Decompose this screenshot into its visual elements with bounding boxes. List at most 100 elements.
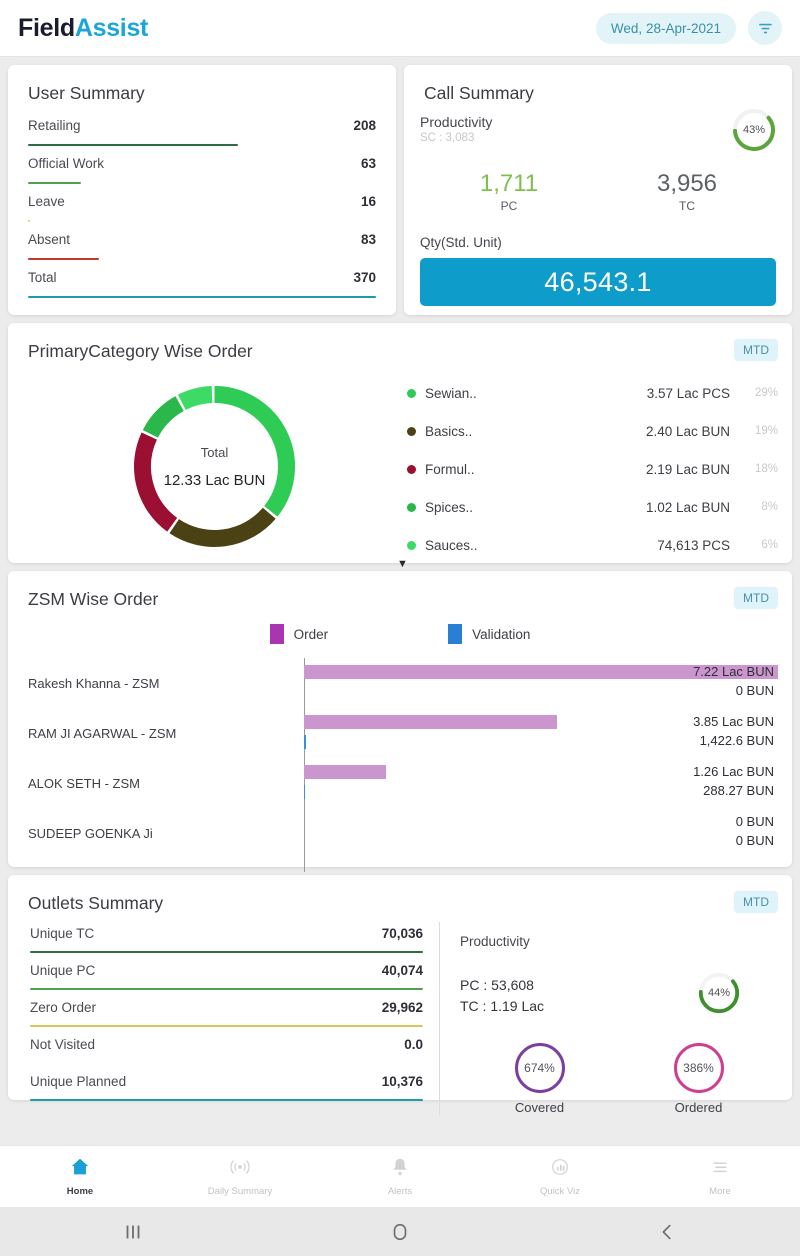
user-summary-label: Total <box>28 270 57 285</box>
outlets-summary-body: Unique TC 70,036 Unique PC 40,074 Zero Order… <box>8 914 792 1133</box>
order-value: 3.85 Lac BUN <box>693 714 774 729</box>
legend-dot-icon <box>407 464 416 474</box>
outlets-summary-bar <box>30 988 423 990</box>
zsm-row-name: Rakesh Khanna - ZSM <box>28 675 160 691</box>
dashboard-scroll[interactable]: User Summary Retailing 208 Official Work 63… <box>0 57 800 1145</box>
call-summary-body: Productivity SC : 3,083 43% 1,711 PC 3,9… <box>404 104 792 322</box>
order-value: 7.22 Lac BUN <box>693 664 774 679</box>
nav-tab-quick-viz[interactable]: Quick Viz <box>480 1156 640 1197</box>
legend-value: 3.57 Lac PCS <box>646 385 730 401</box>
user-summary-label: Leave <box>28 194 65 209</box>
legend-dot-icon <box>407 426 416 436</box>
chart-bubble-icon <box>549 1156 571 1183</box>
home-icon <box>69 1156 91 1183</box>
call-metrics: 1,711 PC 3,956 TC <box>420 170 776 213</box>
legend-value: 1.02 Lac BUN <box>645 499 730 515</box>
legend-dot-icon <box>407 540 416 550</box>
donut-total-value: 12.33 Lac BUN <box>163 471 266 489</box>
legend-percent: 6% <box>761 539 778 551</box>
nav-tab-home[interactable]: Home <box>0 1156 160 1197</box>
ring-label: Ordered <box>674 1100 723 1115</box>
legend-percent: 18% <box>754 463 778 475</box>
call-summary-card: Call Summary Productivity SC : 3,083 43%… <box>404 65 792 315</box>
app-logo: FieldAssist <box>18 14 148 43</box>
user-summary-row: Official Work 63 <box>20 152 384 190</box>
zsm-row-plot: 1.26 Lac BUN 288.27 BUN <box>304 758 778 808</box>
outlets-summary-label: Unique PC <box>30 963 96 978</box>
nav-tab-label: Alerts <box>387 1186 413 1197</box>
recents-button[interactable] <box>0 1221 267 1243</box>
user-summary-bar <box>28 182 82 184</box>
category-order-title: PrimaryCategory Wise Order <box>28 341 253 361</box>
outlets-summary-label: Not Visited <box>30 1037 96 1052</box>
legend-name: Basics.. <box>425 423 473 439</box>
zsm-order-card: ZSM Wise Order MTD Order Validation Rakes… <box>8 571 792 872</box>
user-summary-value: 83 <box>360 232 376 247</box>
category-donut: Total 12.33 Lac BUN <box>22 368 407 564</box>
filter-button[interactable] <box>748 11 782 45</box>
user-summary-bar <box>28 258 100 260</box>
productivity-gauge: 43% <box>730 106 778 154</box>
outlets-summary-value: 0.0 <box>404 1037 423 1052</box>
legend-value: 2.40 Lac BUN <box>645 423 730 439</box>
zsm-order-title: ZSM Wise Order <box>28 589 159 609</box>
legend-value: 2.19 Lac BUN <box>645 461 730 477</box>
legend-value: 74,613 PCS <box>657 537 730 553</box>
category-order-body: Total 12.33 Lac BUN Sewian.. 3.57 Lac PCS… <box>8 362 792 578</box>
zsm-row-name: RAM JI AGARWAL - ZSM <box>28 725 177 741</box>
legend-name: Spices.. <box>425 499 474 515</box>
validation-value: 1,422.6 BUN <box>699 733 774 748</box>
outlets-productivity-label: Productivity <box>460 934 530 949</box>
home-button[interactable] <box>267 1221 534 1243</box>
order-bar <box>304 715 557 729</box>
category-legend: Sewian.. 3.57 Lac PCS 29% Basics.. 2.40 Lac … <box>397 368 778 571</box>
nav-tab-label: Home <box>66 1186 94 1197</box>
pc-label: PC <box>500 199 518 213</box>
app-header: FieldAssist Wed, 28-Apr-2021 <box>0 0 800 57</box>
back-button[interactable] <box>533 1221 800 1243</box>
nav-tab-more[interactable]: More <box>640 1156 800 1197</box>
outlets-summary-title: Outlets Summary <box>28 893 164 913</box>
user-summary-label: Absent <box>28 232 71 247</box>
outlets-gauge: 44% <box>696 970 742 1016</box>
summary-row: User Summary Retailing 208 Official Work 63… <box>8 65 792 315</box>
ring-circle-icon: 386% <box>673 1043 724 1093</box>
zsm-bar-row: RAM JI AGARWAL - ZSM 3.85 Lac BUN 1,422.6 … <box>22 708 778 758</box>
order-value: 0 BUN <box>735 814 774 829</box>
outlets-rings: 674% Covered 386% Ordered <box>460 1043 778 1115</box>
nav-tab-alerts[interactable]: Alerts <box>320 1156 480 1197</box>
productivity-label: Productivity <box>420 114 493 130</box>
bottom-nav: Home Daily Summary Alerts Quick Viz More <box>0 1145 800 1207</box>
user-summary-value: 208 <box>353 118 376 133</box>
zsm-bar-row: SUDEEP GOENKA Ji 0 BUN 0 BUN <box>22 808 778 858</box>
legend-dot-icon <box>407 388 416 398</box>
validation-bar <box>304 735 306 749</box>
user-summary-bar <box>28 220 31 222</box>
legend-percent: 19% <box>754 425 778 437</box>
outlets-summary-row: Unique Planned 10,376 <box>22 1070 431 1107</box>
user-summary-list: Retailing 208 Official Work 63 Leave 16 Absent… <box>8 104 396 318</box>
outlets-summary-badge[interactable]: MTD <box>734 891 778 913</box>
qty-value-bar: 46,543.1 <box>420 258 776 306</box>
zsm-row-name: SUDEEP GOENKA Ji <box>28 825 153 841</box>
nav-tab-daily-summary[interactable]: Daily Summary <box>160 1156 320 1197</box>
validation-value: 0 BUN <box>735 683 774 698</box>
chevron-down-icon[interactable]: ▼ <box>397 558 408 570</box>
category-legend-row: Spices.. 1.02 Lac BUN 8% <box>407 488 778 526</box>
user-summary-card: User Summary Retailing 208 Official Work 63… <box>8 65 396 315</box>
nav-tab-label: Quick Viz <box>540 1186 580 1197</box>
zsm-order-badge[interactable]: MTD <box>734 587 778 609</box>
zsm-row-plot: 7.22 Lac BUN 0 BUN <box>304 658 778 708</box>
date-selector[interactable]: Wed, 28-Apr-2021 <box>595 12 736 44</box>
zsm-bar-chart: Rakesh Khanna - ZSM 7.22 Lac BUN 0 BUN RAM … <box>8 652 792 880</box>
category-order-badge[interactable]: MTD <box>734 339 778 361</box>
zsm-row-labels: 1.26 Lac BUN 288.27 BUN <box>693 762 774 800</box>
nav-tab-label: More <box>709 1186 731 1197</box>
outlets-summary-label: Unique Planned <box>30 1074 127 1089</box>
qty-label: Qty(Std. Unit) <box>420 235 502 250</box>
filter-icon <box>758 23 772 33</box>
category-legend-row: Formul.. 2.19 Lac BUN 18% <box>407 450 778 488</box>
outlets-summary-value: 10,376 <box>381 1074 423 1089</box>
user-summary-row: Leave 16 <box>20 190 384 228</box>
brand-assist: Assist <box>74 13 149 42</box>
